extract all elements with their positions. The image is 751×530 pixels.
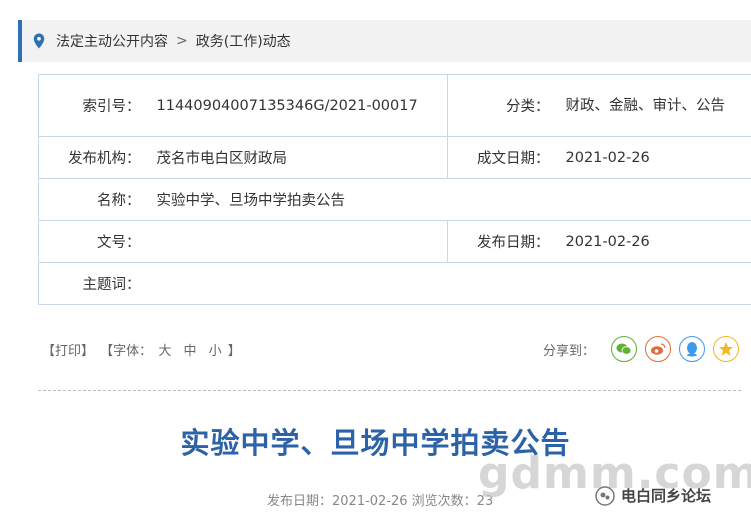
category-label: 分类： — [447, 74, 558, 137]
font-large-button[interactable]: 大 — [158, 344, 171, 359]
forum-badge-label: 电白同乡论坛 — [621, 487, 712, 505]
doc-number-label: 文号： — [38, 220, 149, 263]
share-bar: 分享到： — [543, 336, 747, 362]
weibo-icon — [651, 343, 666, 355]
created-date-value: 2021-02-26 — [557, 136, 751, 179]
qq-share-button[interactable] — [679, 336, 706, 362]
document-metadata-table: 索引号： 11440904007135346G/2021-00017 分类： 财… — [38, 74, 751, 305]
keywords-value — [148, 262, 751, 305]
breadcrumb: 法定主动公开内容 > 政务(工作)动态 — [18, 20, 751, 62]
wechat-icon — [616, 343, 632, 355]
publisher-value: 茂名市电白区财政局 — [148, 136, 448, 179]
name-value: 实验中学、旦场中学拍卖公告 — [148, 178, 751, 221]
qzone-share-button[interactable] — [713, 336, 740, 362]
category-value: 财政、金融、审计、公告 — [565, 97, 726, 114]
print-button[interactable]: 【打印】 — [42, 344, 94, 359]
publish-date-value: 2021-02-26 — [557, 220, 751, 263]
index-label: 索引号： — [38, 74, 149, 137]
article-tools: 【打印】 【字体： 大 中 小 】 — [42, 340, 243, 359]
font-medium-button[interactable]: 中 — [183, 344, 196, 359]
index-value: 11440904007135346G/2021-00017 — [148, 74, 448, 137]
keywords-label: 主题词： — [38, 262, 149, 305]
section-divider — [38, 390, 741, 391]
doc-number-value — [148, 220, 448, 263]
font-size-close: 】 — [227, 344, 241, 359]
name-label: 名称： — [38, 178, 149, 221]
share-label: 分享到： — [543, 343, 596, 359]
forum-badge: 电白同乡论坛 — [595, 485, 711, 506]
breadcrumb-item-public-content[interactable]: 法定主动公开内容 — [56, 31, 168, 51]
breadcrumb-item-government-news[interactable]: 政务(工作)动态 — [196, 31, 291, 51]
wechat-official-account-icon — [595, 485, 615, 506]
publisher-label: 发布机构： — [38, 136, 149, 179]
font-size-label: 【字体： — [100, 344, 153, 359]
qq-icon — [687, 342, 698, 357]
publish-date-label: 发布日期： — [447, 220, 558, 263]
qzone-icon — [719, 342, 734, 356]
font-small-button[interactable]: 小 — [209, 344, 222, 359]
wechat-share-button[interactable] — [611, 336, 638, 362]
location-pin-icon — [33, 33, 45, 49]
article-publish-info: 发布日期：2021-02-26 浏览次数：23 — [267, 494, 494, 509]
weibo-share-button[interactable] — [645, 336, 672, 362]
chevron-right-icon: > — [176, 33, 188, 49]
created-date-label: 成文日期： — [447, 136, 558, 179]
